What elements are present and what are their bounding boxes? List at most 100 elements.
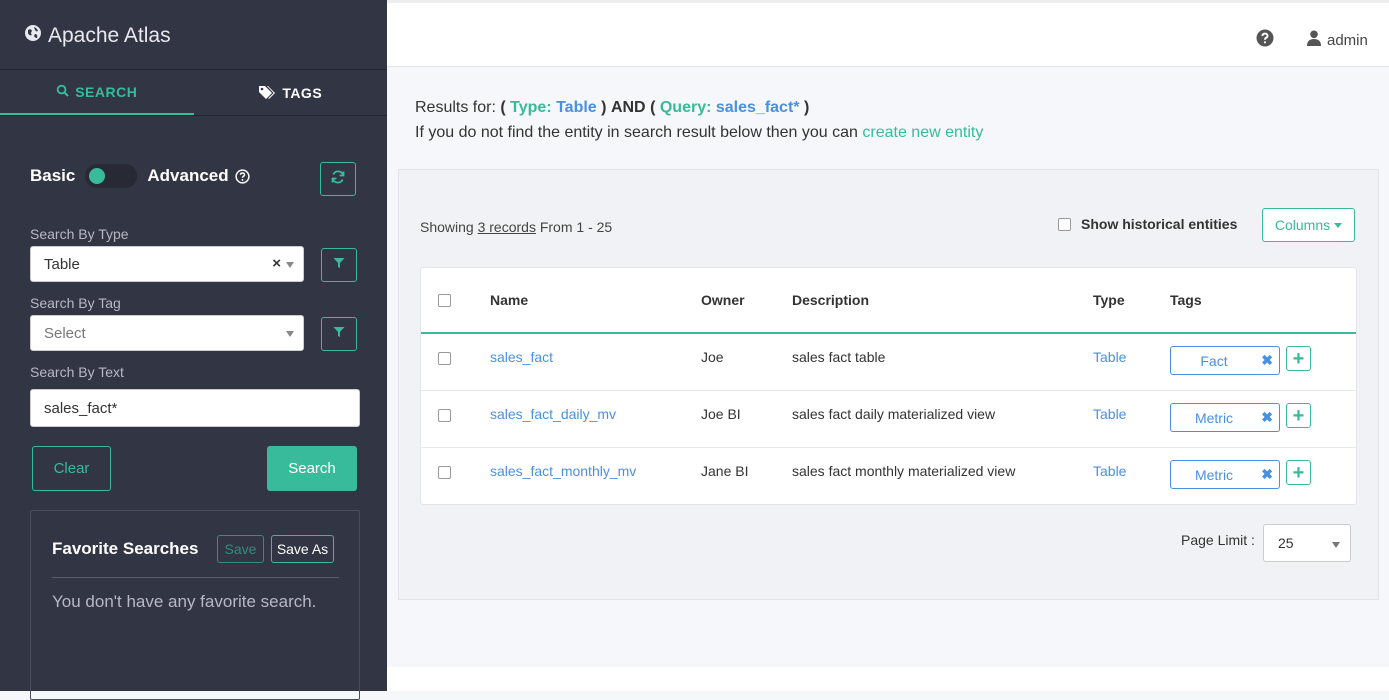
filter-icon bbox=[333, 325, 345, 343]
columns-button[interactable]: Columns bbox=[1262, 208, 1355, 242]
refresh-button[interactable] bbox=[320, 162, 356, 196]
tag-badge[interactable]: Metric ✖ bbox=[1170, 403, 1280, 432]
page-limit-value: 25 bbox=[1278, 535, 1294, 551]
records-count[interactable]: 3 records bbox=[478, 219, 536, 235]
question-circle-icon[interactable] bbox=[234, 168, 250, 184]
entity-type-link[interactable]: Table bbox=[1093, 463, 1126, 479]
chevron-down-icon bbox=[1332, 542, 1340, 548]
favorite-searches-title: Favorite Searches bbox=[52, 539, 199, 558]
results-table: Name Owner Description Type Tags sales_f… bbox=[420, 267, 1357, 505]
add-tag-button[interactable]: + bbox=[1286, 403, 1311, 428]
type-value: Table bbox=[556, 99, 597, 116]
table-header: Name Owner Description Type Tags bbox=[421, 268, 1356, 334]
col-tags[interactable]: Tags bbox=[1170, 292, 1202, 308]
type-key: Type: bbox=[510, 99, 552, 116]
and-operator: AND bbox=[610, 99, 646, 116]
type-label: Search By Type bbox=[30, 226, 129, 242]
divider bbox=[52, 577, 339, 578]
query-value: sales_fact* bbox=[715, 99, 800, 116]
remove-tag-icon[interactable]: ✖ bbox=[1261, 466, 1273, 483]
entity-name-link[interactable]: sales_fact bbox=[490, 349, 553, 365]
entity-owner: Jane BI bbox=[701, 463, 749, 479]
search-button[interactable]: Search bbox=[267, 446, 357, 491]
search-text-input[interactable]: sales_fact* bbox=[30, 389, 360, 427]
results-prefix: Results for: bbox=[415, 99, 496, 116]
tag-badge[interactable]: Metric ✖ bbox=[1170, 460, 1280, 489]
caret-down-icon bbox=[1334, 222, 1343, 228]
showing-prefix: Showing bbox=[420, 219, 474, 235]
select-all-checkbox[interactable] bbox=[438, 294, 451, 307]
row-checkbox[interactable] bbox=[438, 409, 451, 422]
tag-badge[interactable]: Fact ✖ bbox=[1170, 346, 1280, 375]
col-owner[interactable]: Owner bbox=[701, 292, 745, 308]
type-filter-button[interactable] bbox=[321, 248, 357, 282]
remove-tag-icon[interactable]: ✖ bbox=[1261, 352, 1273, 369]
entity-type-link[interactable]: Table bbox=[1093, 349, 1126, 365]
clear-button[interactable]: Clear bbox=[32, 446, 111, 491]
paren-close: ) bbox=[601, 99, 607, 116]
page-limit-select[interactable]: 25 bbox=[1263, 524, 1351, 562]
type-select-value: Table bbox=[44, 255, 80, 273]
paren-close: ) bbox=[803, 99, 810, 116]
entity-name-link[interactable]: sales_fact_monthly_mv bbox=[490, 463, 636, 479]
search-mode-switch: Basic Advanced bbox=[30, 164, 250, 188]
chevron-down-icon bbox=[286, 262, 294, 268]
create-entity-text: If you do not find the entity in search … bbox=[415, 124, 858, 141]
sidebar: Apache Atlas SEARCH TAGS Basic Advanced … bbox=[0, 0, 387, 700]
search-text-value: sales_fact* bbox=[44, 399, 118, 417]
page-limit-label: Page Limit : bbox=[1181, 532, 1255, 548]
username: admin bbox=[1327, 31, 1368, 49]
query-key: Query: bbox=[659, 99, 712, 116]
table-row: sales_fact_daily_mv Joe BI sales fact da… bbox=[421, 391, 1356, 448]
favorite-searches-panel: Favorite Searches Save Save As You don't… bbox=[30, 510, 360, 700]
tab-tags[interactable]: TAGS bbox=[194, 70, 388, 116]
user-icon bbox=[1307, 30, 1321, 50]
col-type[interactable]: Type bbox=[1093, 292, 1125, 308]
table-row: sales_fact_monthly_mv Jane BI sales fact… bbox=[421, 448, 1356, 505]
historical-label: Show historical entities bbox=[1081, 216, 1238, 232]
top-header: admin bbox=[387, 0, 1389, 67]
footer-area bbox=[387, 667, 1389, 691]
tag-select[interactable]: Select bbox=[30, 315, 304, 351]
add-tag-button[interactable]: + bbox=[1286, 346, 1311, 371]
columns-label: Columns bbox=[1274, 217, 1331, 233]
clear-type-icon[interactable]: × bbox=[272, 255, 281, 272]
help-icon[interactable] bbox=[1256, 29, 1274, 52]
tab-search[interactable]: SEARCH bbox=[0, 70, 194, 116]
brand[interactable]: Apache Atlas bbox=[24, 24, 171, 48]
results-summary: Results for: ( Type: Table ) AND ( Query… bbox=[415, 99, 809, 117]
tab-tags-label: TAGS bbox=[282, 85, 323, 101]
type-select[interactable]: Table × bbox=[30, 246, 304, 282]
entity-owner: Joe BI bbox=[701, 406, 741, 422]
save-as-favorite-button[interactable]: Save As bbox=[271, 535, 334, 563]
row-checkbox[interactable] bbox=[438, 466, 451, 479]
col-name[interactable]: Name bbox=[490, 292, 528, 308]
advanced-label: Advanced bbox=[147, 166, 229, 185]
records-range: From 1 - 25 bbox=[539, 219, 613, 235]
mode-toggle[interactable] bbox=[85, 164, 138, 188]
tab-search-label: SEARCH bbox=[75, 83, 138, 100]
paren-open: ( bbox=[650, 99, 656, 116]
col-description[interactable]: Description bbox=[792, 292, 869, 308]
row-checkbox[interactable] bbox=[438, 352, 451, 365]
sidebar-tabs: SEARCH TAGS bbox=[0, 70, 387, 116]
create-entity-line: If you do not find the entity in search … bbox=[415, 124, 983, 142]
user-menu[interactable]: admin bbox=[1307, 30, 1368, 50]
historical-checkbox[interactable] bbox=[1058, 217, 1071, 231]
tag-filter-button[interactable] bbox=[321, 317, 357, 351]
entity-description: sales fact monthly materialized view bbox=[792, 463, 1016, 479]
filter-icon bbox=[333, 256, 345, 274]
create-entity-link[interactable]: create new entity bbox=[862, 124, 983, 141]
paren-open: ( bbox=[500, 99, 506, 116]
refresh-icon bbox=[331, 170, 345, 189]
tag-select-placeholder: Select bbox=[44, 324, 86, 342]
remove-tag-icon[interactable]: ✖ bbox=[1261, 409, 1273, 426]
text-label: Search By Text bbox=[30, 364, 124, 380]
entity-type-link[interactable]: Table bbox=[1093, 406, 1126, 422]
add-tag-button[interactable]: + bbox=[1286, 460, 1311, 485]
entity-name-link[interactable]: sales_fact_daily_mv bbox=[490, 406, 616, 422]
tag-name: Metric bbox=[1194, 467, 1234, 483]
globe-icon bbox=[24, 24, 42, 48]
save-favorite-button[interactable]: Save bbox=[217, 535, 264, 563]
historical-toggle[interactable]: Show historical entities bbox=[1058, 216, 1237, 232]
